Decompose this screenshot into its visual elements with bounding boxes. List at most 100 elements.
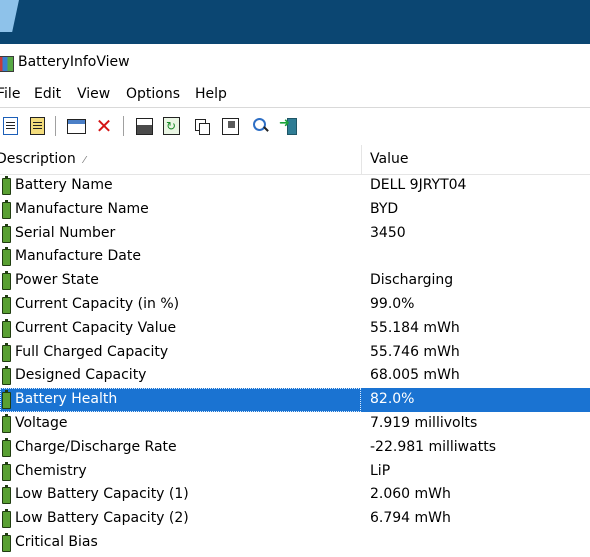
battery-icon: [2, 271, 11, 291]
battery-icon: [2, 509, 11, 529]
row-value: 99.0%: [370, 296, 415, 312]
battery-icon: [2, 533, 11, 552]
row-description: Chemistry: [0, 460, 361, 484]
table-row[interactable]: Battery Name DELL 9JRYT04: [0, 174, 590, 198]
menu-view[interactable]: View: [77, 86, 110, 102]
row-name: Current Capacity Value: [15, 319, 177, 336]
row-description: Critical Bias: [0, 531, 361, 555]
menu-edit[interactable]: Edit: [34, 86, 61, 102]
table-row[interactable]: Designed Capacity 68.005 mWh: [0, 364, 590, 388]
refresh-icon[interactable]: ↻: [161, 116, 181, 136]
menu-bar: File Edit View Options Help: [0, 82, 590, 107]
row-value: 82.0%: [370, 391, 415, 408]
row-description: Serial Number: [0, 222, 361, 246]
list-header: Description ⁄ Value: [0, 145, 590, 175]
row-description: Low Battery Capacity (2): [0, 507, 361, 531]
battery-icon: [2, 366, 11, 386]
row-name: Manufacture Date: [15, 248, 141, 265]
row-description: Battery Health: [0, 388, 361, 413]
table-row[interactable]: Critical Bias: [0, 531, 590, 555]
table-row[interactable]: Serial Number 3450: [0, 222, 590, 246]
row-name: Battery Health: [15, 391, 118, 408]
table-row[interactable]: Full Charged Capacity 55.746 mWh: [0, 341, 590, 365]
row-description: Manufacture Name: [0, 198, 361, 222]
app-icon: [0, 56, 14, 72]
battery-icon: [2, 223, 11, 243]
battery-icon: [2, 414, 11, 433]
table-row[interactable]: Low Battery Capacity (2) 6.794 mWh: [0, 507, 590, 531]
row-description: Voltage: [0, 412, 361, 436]
row-value: -22.981 milliwatts: [370, 438, 496, 455]
table-row[interactable]: Battery Health 82.0%: [0, 388, 590, 413]
battery-icon: [2, 342, 11, 362]
row-description: Current Capacity Value: [0, 317, 361, 341]
row-value: 6.794 mWh: [370, 510, 451, 527]
table-row[interactable]: Current Capacity Value 55.184 mWh: [0, 317, 590, 341]
row-description: Power State: [0, 269, 361, 293]
toolbar: ✕ ↻: [0, 107, 590, 146]
delete-icon[interactable]: ✕: [94, 116, 114, 136]
text-report-icon[interactable]: [27, 116, 47, 136]
sort-ascending-icon: ⁄: [83, 155, 86, 166]
save-icon[interactable]: [134, 116, 154, 136]
row-value: LiP: [370, 462, 391, 479]
row-name: Chemistry: [15, 462, 87, 479]
row-description: Battery Name: [0, 174, 361, 198]
row-description: Charge/Discharge Rate: [0, 436, 361, 460]
html-report-icon[interactable]: [0, 116, 20, 136]
table-row[interactable]: Charge/Discharge Rate -22.981 milliwatts: [0, 436, 590, 460]
row-value: BYD: [370, 200, 399, 217]
table-row[interactable]: Manufacture Date: [0, 245, 590, 269]
row-description: Current Capacity (in %): [0, 293, 361, 317]
row-name: Designed Capacity: [15, 367, 147, 384]
battery-icon: [2, 390, 11, 410]
table-row[interactable]: Current Capacity (in %) 99.0%: [0, 293, 590, 317]
properties-icon[interactable]: [220, 116, 240, 136]
battery-icon: [2, 461, 11, 481]
battery-icon: [2, 199, 11, 219]
row-name: Voltage: [15, 415, 68, 431]
row-value: Discharging: [370, 272, 454, 289]
table-row[interactable]: Manufacture Name BYD: [0, 198, 590, 222]
row-value: 55.746 mWh: [370, 343, 460, 360]
table-row[interactable]: Low Battery Capacity (1) 2.060 mWh: [0, 483, 590, 507]
find-icon[interactable]: [251, 116, 271, 136]
column-divider[interactable]: [361, 145, 362, 174]
copy-icon[interactable]: [192, 116, 212, 136]
row-name: Current Capacity (in %): [15, 296, 180, 312]
toolbar-separator: [123, 116, 124, 136]
battery-icon: [2, 318, 11, 338]
desktop-icon-fragment: [0, 0, 20, 32]
row-value: 3450: [370, 224, 406, 241]
battery-icon: [2, 247, 11, 267]
row-value: 68.005 mWh: [370, 367, 460, 384]
battery-info-list: Description ⁄ Value Battery Name DELL 9JRY…: [0, 145, 590, 557]
row-name: Low Battery Capacity (2): [15, 510, 189, 527]
row-description: Full Charged Capacity: [0, 341, 361, 365]
column-header-description[interactable]: Description ⁄: [0, 151, 85, 167]
battery-icon: [2, 437, 11, 457]
row-description: Low Battery Capacity (1): [0, 483, 361, 507]
row-value: DELL 9JRYT04: [370, 177, 467, 193]
row-value: 2.060 mWh: [370, 486, 451, 503]
row-name: Critical Bias: [15, 534, 98, 550]
row-name: Power State: [15, 272, 99, 289]
table-row[interactable]: Voltage 7.919 millivolts: [0, 412, 590, 436]
toolbar-separator: [55, 116, 56, 136]
menu-file[interactable]: File: [0, 86, 20, 102]
menu-options[interactable]: Options: [126, 86, 180, 102]
exit-icon[interactable]: [278, 116, 298, 136]
column-header-value[interactable]: Value: [370, 151, 408, 167]
table-row[interactable]: Chemistry LiP: [0, 460, 590, 484]
battery-icon: [2, 176, 11, 195]
row-value: 55.184 mWh: [370, 319, 460, 336]
desktop-background: [0, 0, 590, 44]
row-value: 7.919 millivolts: [370, 415, 478, 431]
title-bar[interactable]: BatteryInfoView: [0, 44, 590, 82]
window-title: BatteryInfoView: [18, 54, 130, 70]
table-row[interactable]: Power State Discharging: [0, 269, 590, 293]
menu-help[interactable]: Help: [195, 86, 227, 102]
row-name: Manufacture Name: [15, 200, 149, 217]
row-name: Low Battery Capacity (1): [15, 486, 189, 503]
window-icon[interactable]: [66, 116, 86, 136]
